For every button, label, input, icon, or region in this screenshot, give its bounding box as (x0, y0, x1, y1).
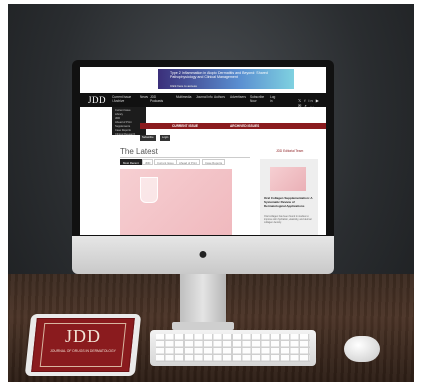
hero-image-pink (120, 169, 232, 235)
water-glass-image (140, 177, 158, 203)
site-logo: JDD (88, 95, 107, 105)
sidebar-headline: Oral Collagen Supplementation: A Systema… (264, 196, 313, 208)
filter-most-recent: Most Recent (120, 159, 142, 165)
monitor-screen: Type 2 Inflammation in Atopic Dermatitis… (80, 67, 326, 235)
dropdown-item: Supplements (115, 125, 131, 128)
nav-news: News (140, 95, 148, 99)
sidebar-title: JDD Editorial Team (276, 149, 304, 153)
nav-advertisers: Advertisers (230, 95, 246, 99)
tab-current-issue: CURRENT ISSUE (172, 124, 199, 128)
banner-text: Type 2 Inflammation in Atopic Dermatitis… (170, 71, 268, 80)
nav-multimedia: Multimedia (176, 95, 192, 99)
nav-journal-info: Journal Info (196, 95, 213, 99)
monitor-stand (180, 274, 226, 326)
dropdown-item: Case Reports (115, 129, 131, 132)
imac-computer: Type 2 Inflammation in Atopic Dermatitis… (72, 60, 334, 330)
filter-current-issue: Current Issue (154, 159, 177, 165)
dropdown-item: Clinical Research (115, 133, 136, 136)
nav-current-issue: Current Issue / Archive (112, 95, 132, 103)
social-icons: 𝕏 f in ▶ ✉ ⌕ … (298, 98, 320, 108)
login-button: Login (160, 135, 171, 141)
dropdown-item: Current Issue (115, 109, 131, 112)
nav-subscribe: Subscribe Now (250, 95, 265, 103)
filter-ahead-of-print: Ahead of Print (176, 159, 200, 165)
sidebar-body: Oral collagen has been found in studies … (264, 215, 312, 225)
dropdown-item: Library (115, 113, 123, 116)
filter-jdd: JDD (142, 159, 154, 165)
keyboard-keys (156, 334, 310, 362)
apple-logo-icon: ● (198, 246, 208, 263)
filter-case-reports: Case Reports (202, 159, 226, 165)
nav-authors: Authors (214, 95, 225, 99)
nav-login: Log in (270, 95, 276, 103)
tablet-logo: JDD (64, 326, 101, 346)
dropdown-item: Ahead of Print (115, 121, 132, 124)
banner-cta: Click here to access (170, 84, 197, 88)
subscribe-button: Subscribe (140, 135, 156, 141)
tab-archived-issues: ARCHIVED ISSUES (230, 124, 260, 128)
mouse (344, 336, 380, 362)
tablet-subtitle: JOURNAL OF DRUGS IN DERMATOLOGY (50, 349, 116, 353)
latest-divider (120, 157, 250, 158)
sidebar-image (270, 167, 306, 191)
latest-title: The Latest (120, 147, 158, 156)
monitor-foot (172, 322, 234, 330)
dropdown-item: JDD (115, 117, 121, 120)
nav-podcasts: JDD Podcasts (150, 95, 164, 103)
